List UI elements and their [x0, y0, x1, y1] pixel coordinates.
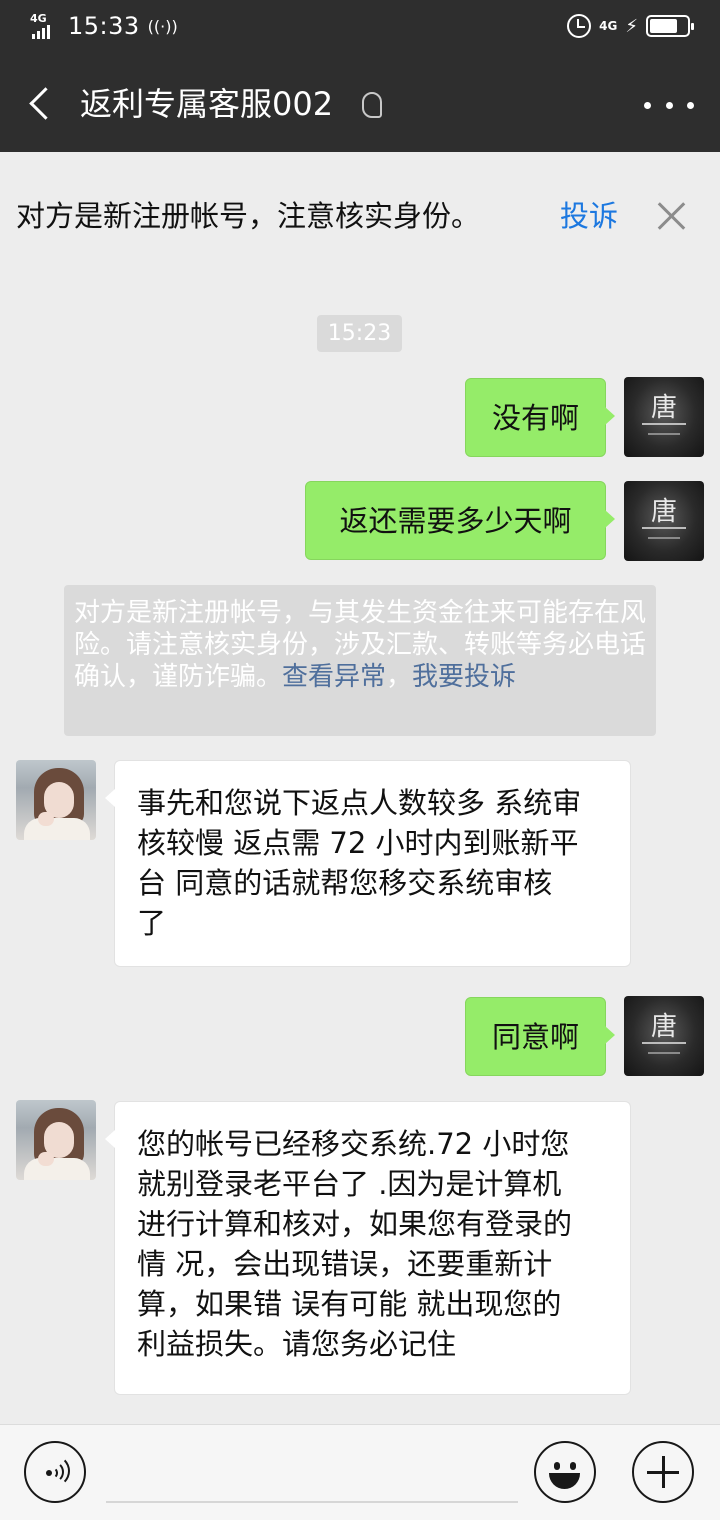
message-line: 核较慢 返点需 72 小时内到账新平 [137, 826, 579, 860]
notice-separator: ， [386, 662, 413, 692]
my-avatar[interactable]: 唐 [624, 481, 704, 561]
charging-icon: ⚡ [625, 15, 638, 37]
voice-input-icon[interactable] [24, 1441, 86, 1503]
message-line: 利益损失。请您务必记住 [137, 1327, 457, 1361]
my-avatar[interactable]: 唐 [624, 996, 704, 1076]
alarm-icon [567, 14, 592, 38]
message-line: 事先和您说下返点人数较多 系统审 [137, 786, 582, 820]
message-timestamp: 15:23 [317, 315, 402, 352]
contact-message-bubble[interactable]: 您的帐号已经移交系统.72 小时您 就别登录老平台了 .因为是计算机 进行计算和… [105, 1101, 631, 1395]
more-options-icon[interactable] [644, 92, 694, 118]
back-icon[interactable] [28, 86, 56, 122]
status-bar: 4G 15:33 ((·)) 4G ⚡ [0, 0, 720, 56]
contact-message-bubble[interactable]: 事先和您说下返点人数较多 系统审 核较慢 返点需 72 小时内到账新平 台 同意… [105, 760, 631, 967]
battery-icon [646, 15, 694, 37]
earpiece-mode-icon [362, 92, 382, 118]
emoji-icon[interactable] [534, 1441, 596, 1503]
message-line: 情 况，会出现错误，还要重新计 [137, 1247, 553, 1281]
input-bar [0, 1424, 720, 1520]
more-functions-icon[interactable] [632, 1441, 694, 1503]
chat-title: 返利专属客服002 [80, 85, 334, 123]
my-avatar[interactable]: 唐 [624, 377, 704, 457]
message-text: 返还需要多少天啊 [339, 504, 572, 538]
status-time: 15:33 [68, 12, 140, 40]
message-line: 就别登录老平台了 .因为是计算机 [137, 1167, 562, 1201]
message-line: 台 同意的话就帮您移交系统审核 [137, 866, 553, 900]
chat-header: 返利专属客服002 [0, 56, 720, 152]
close-icon[interactable] [652, 196, 692, 236]
message-line: 算，如果错 误有可能 就出现您的 [137, 1287, 562, 1321]
report-link[interactable]: 我要投诉 [412, 662, 516, 692]
warning-text: 对方是新注册帐号，注意核实身份。 [16, 199, 481, 233]
my-message-bubble[interactable]: 返还需要多少天啊 [305, 481, 615, 560]
network-type-label-right: 4G [599, 19, 618, 33]
message-input[interactable] [106, 1501, 518, 1503]
contact-avatar[interactable] [16, 1100, 96, 1180]
signal-icon: 4G [30, 12, 56, 40]
message-text: 没有啊 [491, 401, 579, 435]
my-message-bubble[interactable]: 同意啊 [465, 997, 615, 1076]
new-account-warning-banner: 对方是新注册帐号，注意核实身份。 投诉 [0, 152, 720, 282]
message-line: 您的帐号已经移交系统.72 小时您 [137, 1127, 570, 1161]
network-type-label: 4G [30, 12, 47, 25]
my-message-bubble[interactable]: 没有啊 [465, 378, 615, 457]
hotspot-icon: ((·)) [147, 16, 178, 36]
contact-avatar[interactable] [16, 760, 96, 840]
message-line: 了 [137, 906, 167, 940]
message-line: 进行计算和核对，如果您有登录的 [137, 1207, 573, 1241]
complain-link[interactable]: 投诉 [560, 196, 618, 236]
message-text: 同意啊 [491, 1020, 579, 1054]
security-system-notice: 对方是新注册帐号，与其发生资金往来可能存在风险。请注意核实身份，涉及汇款、转账等… [64, 585, 656, 736]
view-anomaly-link[interactable]: 查看异常 [282, 662, 386, 692]
